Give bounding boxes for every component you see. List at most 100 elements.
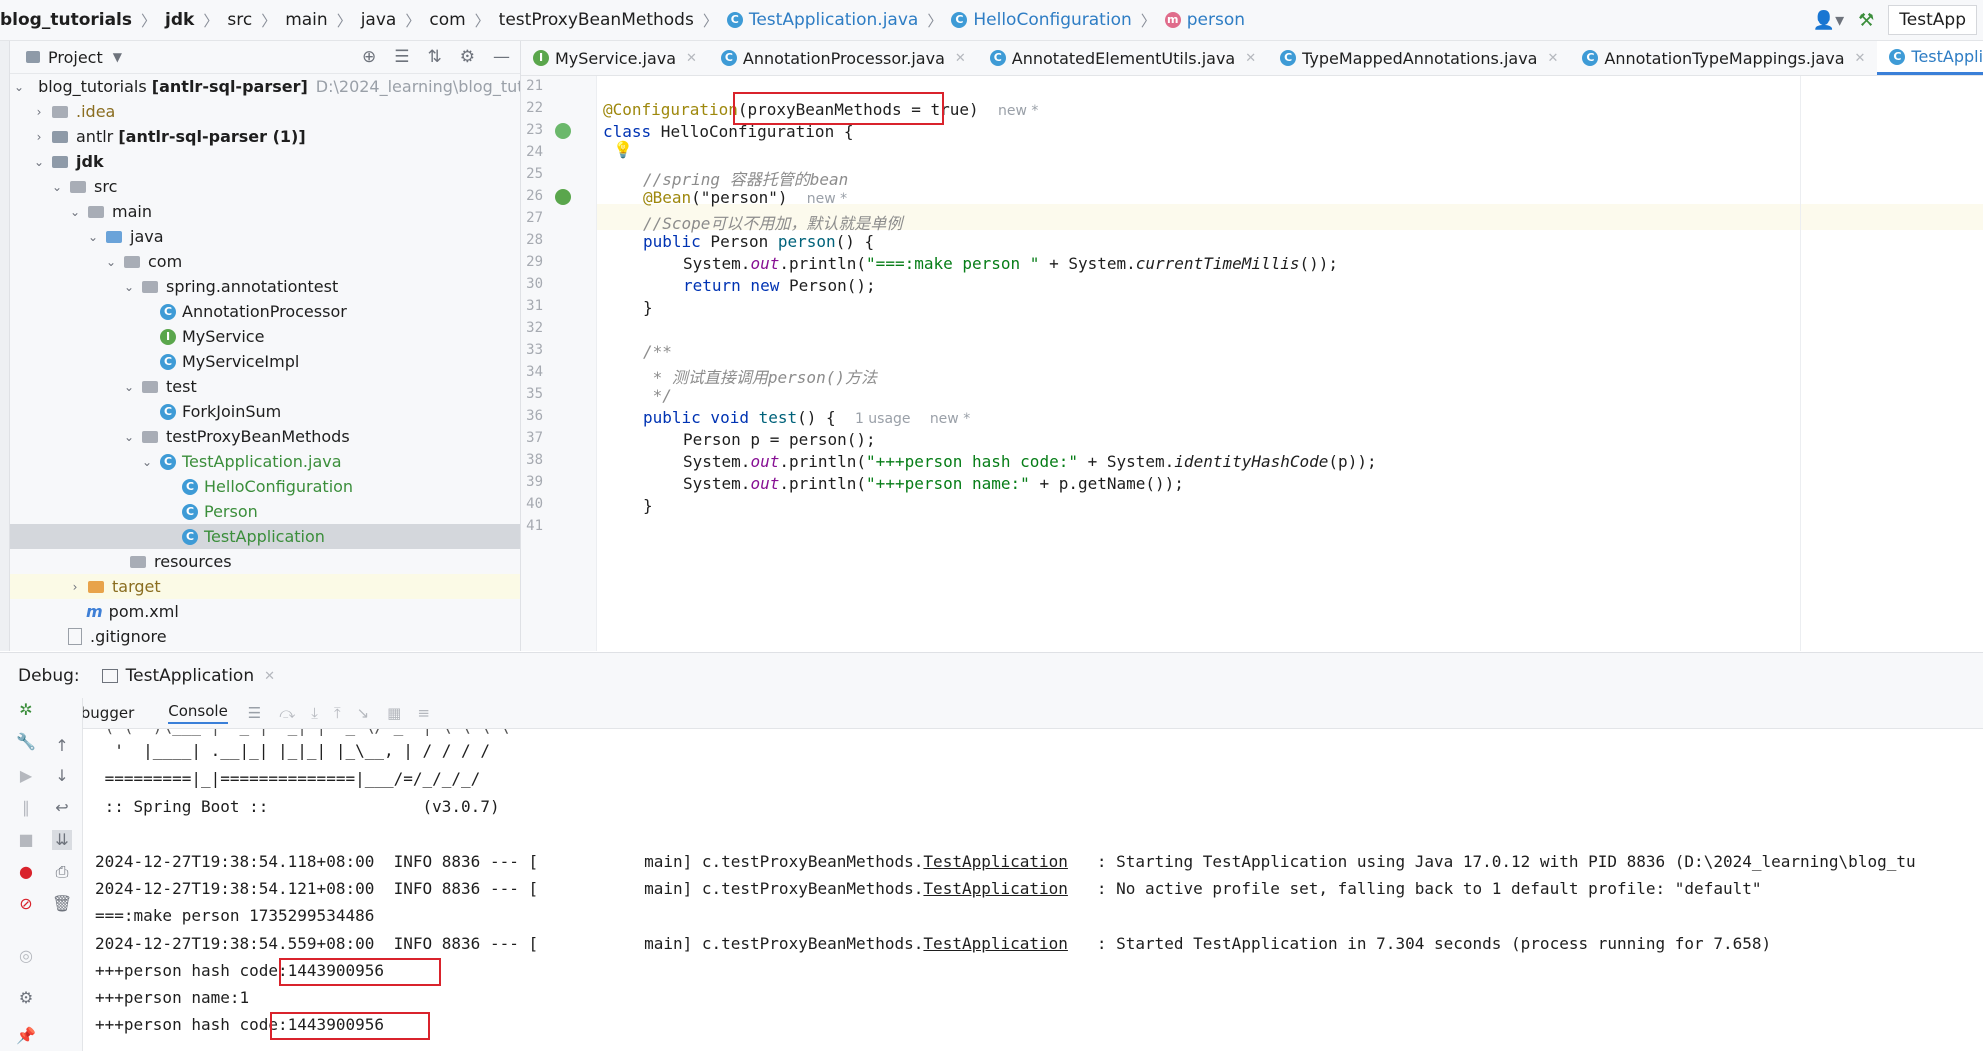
tree-item-testapplication-java[interactable]: ⌄ C TestApplication.java	[10, 449, 520, 474]
tree-item-test[interactable]: ⌄ test	[10, 374, 520, 399]
tree-item-helloconfiguration[interactable]: C HelloConfiguration	[10, 474, 520, 499]
spring-bean-icon[interactable]	[555, 189, 571, 205]
chevron-right-icon[interactable]: ›	[32, 130, 46, 144]
chevron-down-icon[interactable]: ⌄	[86, 230, 100, 244]
close-icon[interactable]: ✕	[264, 669, 275, 684]
camera-icon[interactable]: ◎	[16, 946, 36, 966]
tree-item-target[interactable]: › target	[10, 574, 520, 599]
chevron-down-icon[interactable]: ⌄	[68, 205, 82, 219]
breadcrumb-java[interactable]: java 〉	[361, 10, 430, 31]
stop-icon[interactable]: ■	[16, 830, 36, 850]
breadcrumb-src[interactable]: src 〉	[227, 10, 285, 31]
tree-item-java[interactable]: ⌄ java	[10, 224, 520, 249]
tab-testapplication-java[interactable]: C TestApplication.java	[1877, 41, 1983, 75]
hide-icon[interactable]: —	[493, 47, 510, 67]
chevron-down-icon[interactable]: ⌄	[140, 455, 154, 469]
step-out-icon[interactable]: ⤒	[334, 704, 341, 722]
expand-all-icon[interactable]: ☰	[394, 47, 409, 67]
close-icon[interactable]: ✕	[1855, 51, 1866, 66]
tree-item-gitignore[interactable]: .gitignore	[10, 624, 520, 649]
log-class-link[interactable]: TestApplication	[923, 852, 1068, 871]
tree-item-com[interactable]: ⌄ com	[10, 249, 520, 274]
soft-wrap-icon[interactable]: ↩	[52, 798, 72, 818]
tree-item-person[interactable]: C Person	[10, 499, 520, 524]
project-view-title[interactable]: Project	[48, 48, 103, 67]
console-output[interactable]: ( ( )\___ | '_ | '_| | '_ \/ _` | \ \ \ …	[83, 729, 1983, 1051]
chevron-down-icon[interactable]: ⌄	[122, 280, 136, 294]
tree-item-testapplication[interactable]: C TestApplication	[10, 524, 520, 549]
tree-item-pom-xml[interactable]: m pom.xml	[10, 599, 520, 624]
tree-item-idea[interactable]: › .idea	[10, 99, 520, 124]
chevron-down-icon[interactable]: ⌄	[32, 155, 46, 169]
pin-icon[interactable]: 📌	[16, 1026, 36, 1046]
breadcrumb-jdk[interactable]: jdk 〉	[165, 10, 227, 31]
tree-item-spring-annotationtest[interactable]: ⌄ spring.annotationtest	[10, 274, 520, 299]
breadcrumb-com[interactable]: com 〉	[429, 10, 498, 31]
code-editor[interactable]: 21 22 23 24 25 26 27 28 29 30 31 32 33 3…	[521, 76, 1983, 651]
close-icon[interactable]: ✕	[1245, 51, 1256, 66]
usage-hint[interactable]: 1 usage	[855, 411, 911, 427]
breadcrumb-testapplication-java[interactable]: C TestApplication.java 〉	[726, 10, 952, 31]
chevron-down-icon[interactable]: ▼	[113, 50, 122, 64]
tree-item-resources[interactable]: resources	[10, 549, 520, 574]
tab-annotatedelementutils-java[interactable]: C AnnotatedElementUtils.java ✕	[978, 41, 1268, 75]
step-into-icon[interactable]: ⤓	[311, 704, 318, 722]
resume-icon[interactable]: ▶	[16, 766, 36, 786]
chevron-right-icon[interactable]: ›	[68, 580, 82, 594]
tab-annotationtypemappings-java[interactable]: C AnnotationTypeMappings.java ✕	[1570, 41, 1877, 75]
locate-target-icon[interactable]: ⊕	[362, 47, 376, 67]
breadcrumb-testproxybeanmethods[interactable]: testProxyBeanMethods 〉	[499, 10, 727, 31]
tree-item-myserviceimpl[interactable]: C MyServiceImpl	[10, 349, 520, 374]
bug-icon[interactable]: ✲	[16, 700, 36, 720]
breadcrumb-person-method[interactable]: m person	[1164, 10, 1245, 30]
build-hammer-icon[interactable]: ⚒	[1858, 10, 1874, 31]
step-over-icon[interactable]: ⤼	[279, 704, 295, 722]
tree-item-antlr[interactable]: › antlr [antlr-sql-parser (1)]	[10, 124, 520, 149]
breakpoints-icon[interactable]: ●	[16, 862, 36, 882]
collapse-all-icon[interactable]: ⇅	[428, 47, 442, 67]
breadcrumb-helloconfiguration[interactable]: C HelloConfiguration 〉	[951, 10, 1164, 31]
tree-item-myservice[interactable]: I MyService	[10, 324, 520, 349]
arrow-up-icon[interactable]: ↑	[52, 736, 72, 756]
trace-icon[interactable]: ≡	[417, 704, 430, 722]
chevron-down-icon[interactable]: ⌄	[122, 430, 136, 444]
tree-item-src[interactable]: ⌄ src	[10, 174, 520, 199]
tree-item-main[interactable]: ⌄ main	[10, 199, 520, 224]
chevron-down-icon[interactable]: ⌄	[104, 255, 118, 269]
arrow-down-icon[interactable]: ↓	[52, 766, 72, 786]
user-profile-icon[interactable]: 👤▾	[1813, 10, 1844, 31]
close-icon[interactable]: ✕	[955, 51, 966, 66]
gear-icon[interactable]: ⚙	[16, 988, 36, 1008]
close-icon[interactable]: ✕	[1547, 51, 1558, 66]
run-to-cursor-icon[interactable]: ↘	[357, 704, 370, 722]
trash-icon[interactable]: 🗑	[52, 894, 72, 914]
tree-item-testproxybeanmethods[interactable]: ⌄ testProxyBeanMethods	[10, 424, 520, 449]
tree-item-annotationprocessor[interactable]: C AnnotationProcessor	[10, 299, 520, 324]
tab-myservice-java[interactable]: I MyService.java ✕	[521, 41, 709, 75]
chevron-down-icon[interactable]: ⌄	[50, 180, 64, 194]
pause-icon[interactable]: ∥	[16, 798, 36, 818]
tree-item-blog-tutorials[interactable]: ⌄ blog_tutorials [antlr-sql-parser] D:\2…	[10, 74, 520, 99]
close-icon[interactable]: ✕	[686, 51, 697, 66]
chevron-right-icon[interactable]: ›	[32, 105, 46, 119]
lightbulb-icon[interactable]: 💡	[613, 140, 633, 159]
chevron-down-icon[interactable]: ⌄	[14, 80, 24, 94]
mute-breakpoints-icon[interactable]: ⊘	[16, 894, 36, 914]
menu-icon[interactable]: ☰	[248, 704, 261, 722]
tree-item-jdk[interactable]: ⌄ jdk	[10, 149, 520, 174]
chevron-down-icon[interactable]: ⌄	[122, 380, 136, 394]
gear-icon[interactable]: ⚙	[460, 47, 475, 67]
tab-console[interactable]: Console	[168, 702, 228, 724]
tab-typemappedannotations-java[interactable]: C TypeMappedAnnotations.java ✕	[1268, 41, 1570, 75]
evaluate-icon[interactable]: ▦	[387, 704, 401, 722]
breadcrumb-blog-tutorials[interactable]: blog_tutorials 〉	[0, 10, 165, 31]
tree-item-forkjoinsum[interactable]: C ForkJoinSum	[10, 399, 520, 424]
log-class-link[interactable]: TestApplication	[923, 934, 1068, 953]
log-class-link[interactable]: TestApplication	[923, 879, 1068, 898]
scroll-to-end-icon[interactable]: ⇊	[52, 830, 72, 850]
print-icon[interactable]: ⎙	[52, 862, 72, 882]
run-configuration-selector[interactable]: TestApp	[1888, 5, 1977, 35]
tab-annotationprocessor-java[interactable]: C AnnotationProcessor.java ✕	[709, 41, 978, 75]
breadcrumb-main[interactable]: main 〉	[285, 10, 361, 31]
spring-bean-icon[interactable]	[555, 123, 571, 139]
